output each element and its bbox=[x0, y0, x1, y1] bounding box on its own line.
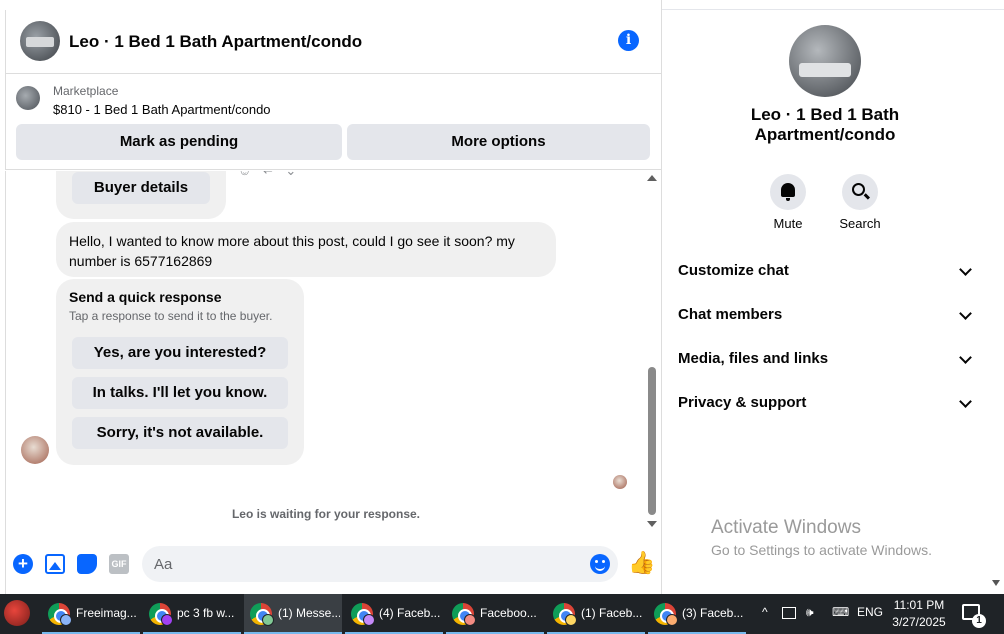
bell-icon bbox=[781, 183, 795, 201]
chat-pane: Leo · 1 Bed 1 Bath Apartment/condo i Mar… bbox=[0, 0, 662, 594]
taskbar-clock[interactable]: 11:01 PM 3/27/2025 bbox=[884, 597, 954, 631]
gif-icon[interactable]: GIF bbox=[109, 554, 129, 574]
section-label: Privacy & support bbox=[678, 394, 807, 411]
buyer-card-bubble: Buyer details bbox=[56, 171, 226, 219]
chevron-down-icon bbox=[959, 351, 972, 364]
section-label: Media, files and links bbox=[678, 350, 829, 367]
more-options-button[interactable]: More options bbox=[347, 124, 650, 160]
screen: Leo · 1 Bed 1 Bath Apartment/condo i Mar… bbox=[0, 0, 1004, 634]
message-actions-icons[interactable]: ☺ ↩ ⌄ bbox=[238, 171, 300, 179]
listing-thumbnail[interactable] bbox=[16, 86, 40, 110]
chevron-down-icon bbox=[959, 263, 972, 276]
taskbar-item-label: Faceboo... bbox=[480, 606, 537, 620]
taskbar-item[interactable]: (1) Faceb... bbox=[547, 594, 645, 634]
sticker-icon[interactable] bbox=[77, 554, 97, 574]
profile-avatar[interactable] bbox=[789, 25, 861, 97]
scroll-up-arrow-icon[interactable] bbox=[647, 175, 657, 181]
watermark-subtitle: Go to Settings to activate Windows. bbox=[711, 542, 932, 558]
taskbar-item-active[interactable]: (1) Messe... bbox=[244, 594, 342, 634]
profile-badge-icon bbox=[464, 614, 476, 626]
section-label: Chat members bbox=[678, 306, 783, 323]
taskbar-item-label: (4) Faceb... bbox=[379, 606, 441, 620]
taskbar-item[interactable]: Freeimag... bbox=[42, 594, 140, 634]
message-list: Buyer details ☺ ↩ ⌄ Hello, I wanted to k… bbox=[5, 171, 661, 530]
section-label: Customize chat bbox=[678, 262, 789, 279]
section-media-files-links[interactable]: Media, files and links bbox=[678, 339, 974, 379]
search-action[interactable]: Search bbox=[830, 174, 890, 231]
taskbar-item-label: (3) Faceb... bbox=[682, 606, 744, 620]
windows-taskbar: Freeimag... pc 3 fb w... (1) Messe... (4… bbox=[0, 594, 1004, 634]
quick-response-title: Send a quick response bbox=[69, 289, 222, 305]
search-icon bbox=[852, 183, 865, 196]
chevron-down-icon bbox=[959, 395, 972, 408]
mute-action[interactable]: Mute bbox=[758, 174, 818, 231]
message-scrollbar[interactable] bbox=[644, 171, 660, 530]
taskbar-item-label: (1) Messe... bbox=[278, 606, 340, 620]
section-privacy-support[interactable]: Privacy & support bbox=[678, 383, 974, 423]
marketplace-listing-bar: Marketplace $810 - 1 Bed 1 Bath Apartmen… bbox=[5, 74, 661, 170]
profile-name: Leo · 1 Bed 1 Bath Apartment/condo bbox=[750, 105, 900, 144]
clock-date: 3/27/2025 bbox=[892, 615, 946, 629]
incoming-message-text: Hello, I wanted to know more about this … bbox=[69, 233, 515, 269]
message-input[interactable] bbox=[142, 546, 618, 582]
start-logo-icon[interactable] bbox=[4, 600, 30, 626]
scroll-down-arrow-icon[interactable] bbox=[647, 521, 657, 527]
chevron-up-icon[interactable]: ^ bbox=[762, 605, 768, 619]
mute-label: Mute bbox=[773, 216, 803, 231]
clock-time: 11:01 PM bbox=[893, 598, 945, 612]
marketplace-label: Marketplace bbox=[53, 84, 119, 98]
notification-count-badge: 1 bbox=[972, 614, 986, 628]
conversation-title[interactable]: Leo · 1 Bed 1 Bath Apartment/condo bbox=[69, 32, 362, 52]
read-receipt-avatar bbox=[613, 475, 627, 489]
taskbar-item-label: (1) Faceb... bbox=[581, 606, 643, 620]
quick-reply-button[interactable]: Sorry, it's not available. bbox=[72, 417, 288, 449]
listing-price-title[interactable]: $810 - 1 Bed 1 Bath Apartment/condo bbox=[53, 102, 271, 117]
taskbar-item[interactable]: Faceboo... bbox=[446, 594, 544, 634]
search-label: Search bbox=[839, 216, 881, 231]
incoming-message-bubble: Hello, I wanted to know more about this … bbox=[56, 222, 556, 277]
mute-button[interactable] bbox=[770, 174, 806, 210]
keyboard-icon[interactable]: ⌨ bbox=[832, 605, 849, 619]
language-indicator[interactable]: ENG bbox=[857, 605, 883, 619]
emoji-icon[interactable] bbox=[590, 554, 610, 574]
info-icon[interactable]: i bbox=[618, 30, 639, 51]
waiting-status-text: Leo is waiting for your response. bbox=[231, 507, 421, 521]
quick-response-bubble: Send a quick response Tap a response to … bbox=[56, 279, 304, 465]
scroll-thumb[interactable] bbox=[648, 367, 656, 515]
chat-header: Leo · 1 Bed 1 Bath Apartment/condo i bbox=[5, 10, 661, 74]
sender-avatar[interactable] bbox=[21, 436, 49, 464]
profile-badge-icon bbox=[666, 614, 678, 626]
taskbar-item[interactable]: (4) Faceb... bbox=[345, 594, 443, 634]
conversation-details-panel: Leo · 1 Bed 1 Bath Apartment/condo Mute … bbox=[662, 10, 990, 594]
chevron-down-icon bbox=[959, 307, 972, 320]
message-composer: + GIF 👍 bbox=[5, 530, 661, 594]
quick-reply-button[interactable]: In talks. I'll let you know. bbox=[72, 377, 288, 409]
section-customize-chat[interactable]: Customize chat bbox=[678, 251, 974, 291]
quick-response-subtitle: Tap a response to send it to the buyer. bbox=[69, 309, 273, 323]
page-scroll-down-icon[interactable] bbox=[992, 580, 1000, 586]
profile-badge-icon bbox=[60, 614, 72, 626]
watermark-title: Activate Windows bbox=[711, 517, 861, 538]
profile-badge-icon bbox=[262, 614, 274, 626]
taskbar-item[interactable]: pc 3 fb w... bbox=[143, 594, 241, 634]
taskbar-item-label: Freeimag... bbox=[76, 606, 137, 620]
quick-reply-button[interactable]: Yes, are you interested? bbox=[72, 337, 288, 369]
activate-windows-watermark: Activate Windows Go to Settings to activ… bbox=[711, 517, 932, 558]
taskbar-item[interactable]: (3) Faceb... bbox=[648, 594, 746, 634]
taskbar-item-label: pc 3 fb w... bbox=[177, 606, 235, 620]
mark-as-pending-button[interactable]: Mark as pending bbox=[16, 124, 342, 160]
section-chat-members[interactable]: Chat members bbox=[678, 295, 974, 335]
photo-icon[interactable] bbox=[45, 554, 65, 574]
thumbs-up-icon[interactable]: 👍 bbox=[628, 550, 655, 576]
profile-badge-icon bbox=[565, 614, 577, 626]
search-button[interactable] bbox=[842, 174, 878, 210]
network-icon[interactable] bbox=[782, 607, 796, 619]
profile-badge-icon bbox=[161, 614, 173, 626]
plus-icon[interactable]: + bbox=[13, 554, 33, 574]
volume-icon[interactable]: 🕪 bbox=[806, 605, 814, 620]
buyer-details-button[interactable]: Buyer details bbox=[72, 172, 210, 204]
conversation-avatar[interactable] bbox=[20, 21, 60, 61]
profile-badge-icon bbox=[363, 614, 375, 626]
